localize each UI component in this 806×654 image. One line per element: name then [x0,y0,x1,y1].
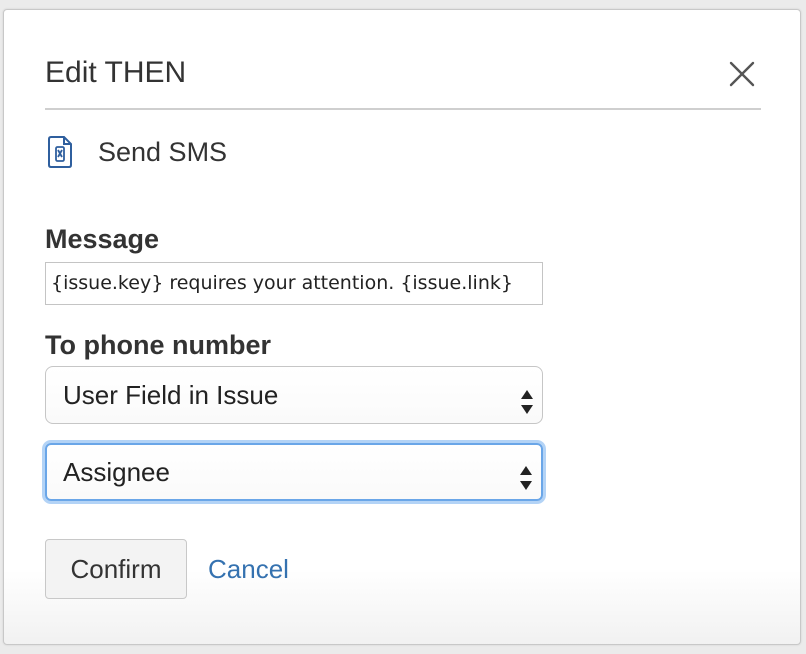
action-row: Send SMS [46,134,227,170]
message-input[interactable]: {issue.key} requires your attention. {is… [45,262,543,305]
confirm-button[interactable]: Confirm [45,539,187,599]
edit-then-dialog: Edit THEN Send SMS Message {issue.key} r… [3,9,801,645]
sms-phone-icon [46,135,76,169]
select-arrows-icon [519,457,533,490]
phone-number-label: To phone number [45,330,271,360]
cancel-link[interactable]: Cancel [208,539,289,599]
dialog-title: Edit THEN [45,56,187,89]
close-button[interactable] [726,58,758,90]
action-label: Send SMS [98,136,228,167]
user-field-select[interactable]: Assignee [45,443,543,501]
message-label: Message [45,224,160,254]
close-icon [729,61,755,87]
header-divider [45,108,761,110]
phone-source-select[interactable]: User Field in Issue [45,366,543,424]
user-field-value: Assignee [63,457,170,487]
select-arrows-icon [520,380,534,414]
phone-source-value: User Field in Issue [63,380,279,410]
